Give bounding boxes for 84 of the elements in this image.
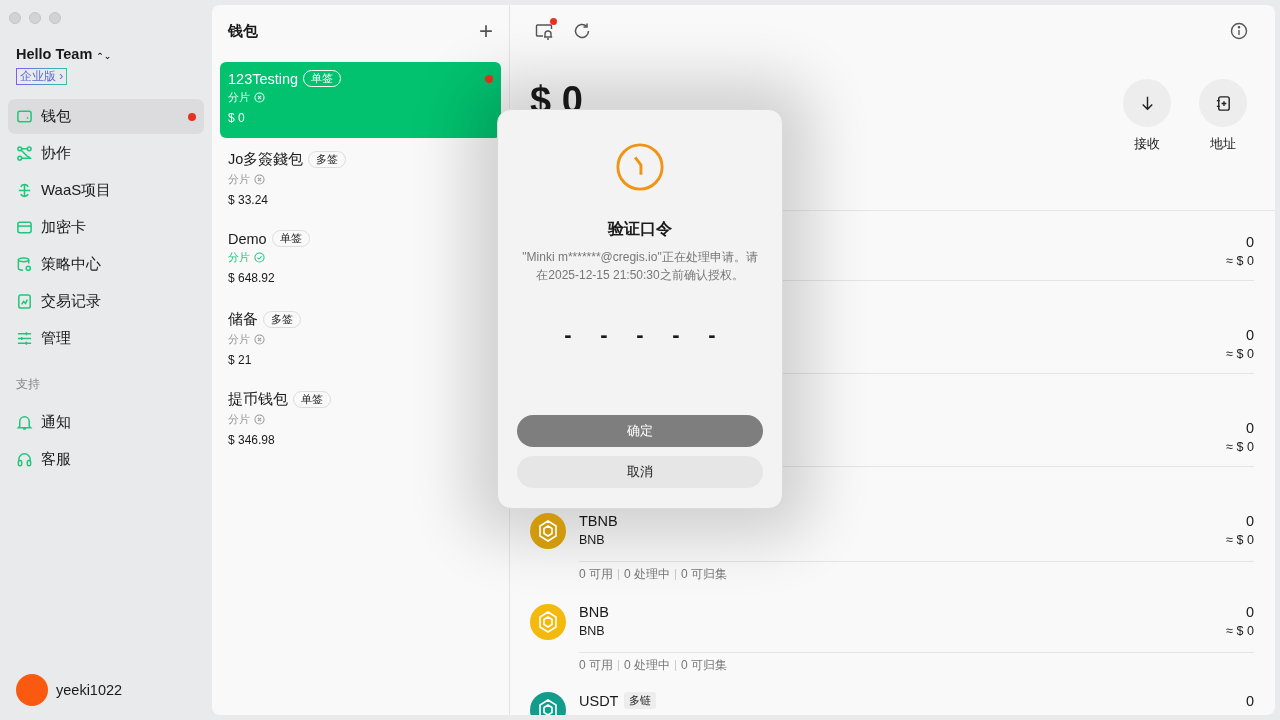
multichain-tag: 多链 [624,692,657,709]
headset-icon [16,451,33,468]
fiat-value: ≈ $ 0 [1226,533,1254,547]
avatar[interactable] [16,674,48,706]
asset-name: TBNB [579,513,618,529]
wallet-balance: $ 346.98 [228,433,276,447]
dialog-message: "Minki m*******@cregis.io"正在处理申请。请在2025-12-15 21:50:30之前确认授权。 [521,249,759,284]
action-label: 地址 [1210,135,1236,153]
sidebar-item[interactable]: 策略中心 [8,247,204,282]
wallet-balance: $ 21 [228,353,253,367]
sidebar-item[interactable]: 钱包 [8,99,204,134]
code-slot[interactable]: - [633,322,647,348]
asset-name: BNB [579,604,609,620]
fiat-value: ≈ $ 0 [1226,254,1254,268]
wallet-item[interactable]: Demo 单签 分片 $ 648.92 [220,222,501,302]
shard-label: 分片 [228,250,250,265]
wallet-name: 储备 [228,310,258,329]
asset-symbol: BNB [579,624,605,638]
asset-amount: 0 [1245,234,1254,250]
code-slot[interactable]: - [669,322,683,348]
asset-amount: 0 [1245,420,1254,436]
asset-amount: 0 [1245,604,1254,620]
window-close-button[interactable] [9,12,21,24]
action-label: 接收 [1134,135,1160,153]
plan-badge[interactable]: 企业版 › [16,68,68,85]
shard-label: 分片 [228,90,250,105]
wallet-name: 123Testing [228,70,299,87]
window-minimize-button[interactable] [29,12,41,24]
add-button[interactable]: + [479,19,493,43]
user-name: yeeki1022 [56,682,123,698]
code-slot[interactable]: - [705,322,719,348]
asset-amount: 0 [1245,327,1254,343]
asset-symbol: BNB [579,533,605,547]
sidebar-item[interactable]: WaaS项目 [8,173,204,208]
asset-stat: 0 可用 [579,566,613,583]
sidebar-item[interactable]: 加密卡 [8,210,204,245]
sidebar-item[interactable]: 协作 [8,136,204,171]
wallet-item[interactable]: Jo多簽錢包 多签 分片 $ 33.24 [220,142,501,222]
cancel-button[interactable]: 取消 [517,456,763,488]
shard-label: 分片 [228,332,250,347]
panel-title: 钱包 [228,21,258,41]
sidebar-item[interactable]: 交易记录 [8,284,204,319]
flow-icon [16,145,33,162]
wallet-name: Demo [228,230,267,247]
sidebar-item[interactable]: 客服 [8,442,204,477]
card-icon [16,219,33,236]
wallet-name: 提币钱包 [228,390,288,409]
wallet-balance: $ 0 [228,111,246,125]
asset-amount: 0 [1245,692,1254,709]
wallet-balance: $ 33.24 [228,193,270,207]
fiat-value: ≈ $ 0 [1226,440,1254,454]
dialog-title: 验证口令 [608,219,672,239]
fiat-value: ≈ $ 0 [1226,347,1254,361]
refresh-icon[interactable] [572,21,592,41]
asset-stat: 0 可归集 [681,566,728,583]
device-bell-icon[interactable] [534,21,554,41]
shard-label: 分片 [228,412,250,427]
sliders-icon [16,330,33,347]
wallet-name: Jo多簽錢包 [228,150,304,169]
fiat-value: ≈ $ 0 [1226,624,1254,638]
clock-icon [615,142,665,192]
address-button[interactable] [1199,79,1247,127]
bell-icon [16,414,33,431]
wallet-balance: $ 648.92 [228,271,276,285]
section-heading: 支持 [16,376,40,393]
asset-stat: 0 处理中 [624,657,671,674]
wallet-item[interactable]: 储备 多签 分片 $ 21 [220,302,501,382]
team-switcher[interactable]: Hello Team ⌃⌄ [16,46,112,62]
code-slot[interactable]: - [561,322,575,348]
record-icon [16,293,33,310]
wallet-icon [16,108,33,125]
asset-amount: 0 [1245,513,1254,529]
shard-label: 分片 [228,172,250,187]
asset-stat: 0 可用 [579,657,613,674]
wallet-item[interactable]: 提币钱包 单签 分片 $ 346.98 [220,382,501,462]
receive-button[interactable] [1123,79,1171,127]
code-slot[interactable]: - [597,322,611,348]
asset-stat: 0 处理中 [624,566,671,583]
sidebar-item[interactable]: 通知 [8,405,204,440]
asset-stat: 0 可归集 [681,657,728,674]
asset-name: USDT [579,692,619,709]
sidebar-item[interactable]: 管理 [8,321,204,356]
window-zoom-button[interactable] [49,12,61,24]
info-icon[interactable] [1229,21,1249,41]
